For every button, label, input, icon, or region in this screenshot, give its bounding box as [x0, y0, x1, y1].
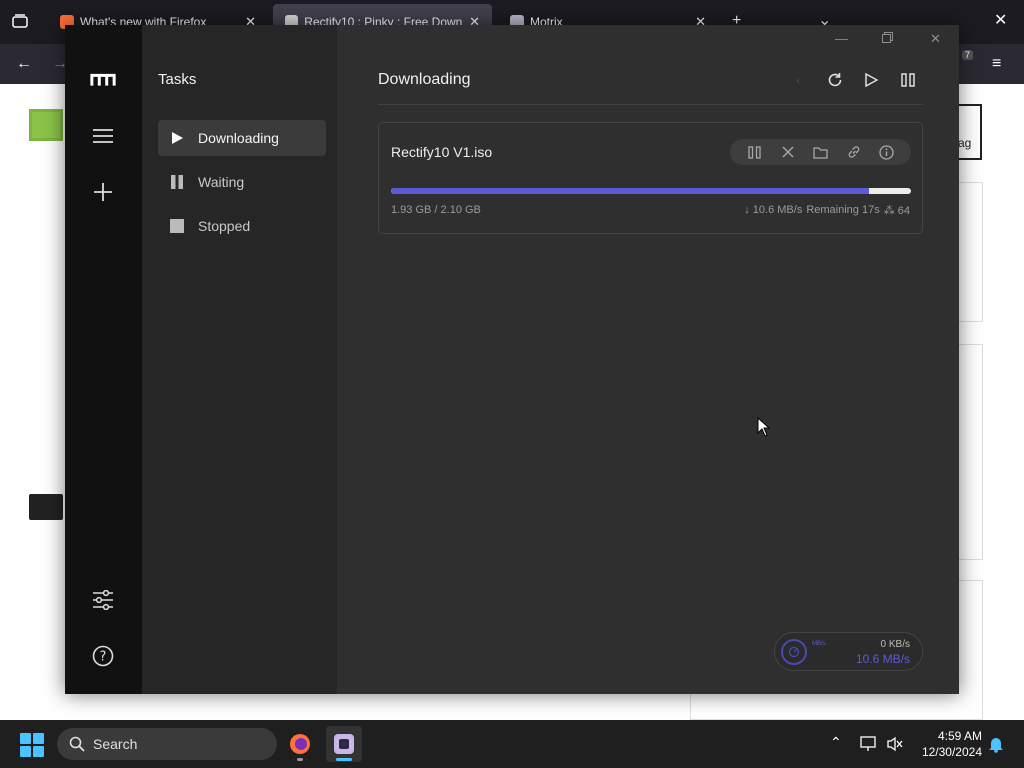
chat-icon[interactable]	[29, 494, 63, 520]
page-card	[958, 182, 983, 322]
page-card	[958, 344, 983, 560]
notification-bell-icon[interactable]	[988, 735, 1004, 753]
task-name: Rectify10 V1.iso	[391, 144, 493, 160]
nav-waiting[interactable]: Waiting	[158, 164, 326, 200]
motrix-window: ? Tasks Downloading Waiting Stopped — ✕ …	[65, 25, 959, 694]
meter-unit-label: MB/s	[812, 641, 826, 647]
download-progress-bar	[391, 188, 911, 194]
system-clock[interactable]: 4:59 AM 12/30/2024	[922, 728, 982, 760]
windows-taskbar: Search ⌃ 4:59 AM 12/30/2024	[0, 720, 1024, 768]
app-rail: ?	[65, 25, 142, 694]
back-icon[interactable]: ←	[16, 56, 32, 72]
volume-muted-icon[interactable]	[886, 736, 904, 752]
menu-icon[interactable]: ≡	[992, 56, 1001, 72]
motrix-logo-icon	[90, 67, 116, 93]
page-sidebar-card: ag	[958, 104, 982, 160]
folder-icon[interactable]	[813, 144, 829, 160]
mouse-cursor-icon	[757, 417, 771, 437]
settings-sliders-icon[interactable]	[90, 587, 116, 613]
header-divider	[378, 104, 923, 105]
extension-badge[interactable]: 7	[962, 50, 974, 60]
nav-downloading[interactable]: Downloading	[158, 120, 326, 156]
task-stats: ↓ 10.6 MB/s Remaining 17s ⁂ 64	[744, 204, 910, 217]
task-actions	[730, 139, 911, 165]
task-size: 1.93 GB / 2.10 GB	[391, 204, 481, 216]
connections-count: ⁂ 64	[883, 205, 910, 217]
page-partial-text: ag	[958, 136, 972, 150]
delete-icon[interactable]	[780, 144, 796, 160]
motrix-app-icon	[334, 734, 354, 754]
search-label: Search	[93, 736, 138, 752]
nav-label: Waiting	[198, 174, 245, 190]
refresh-icon[interactable]	[826, 71, 844, 89]
info-icon[interactable]	[879, 144, 895, 160]
tab-overview-icon[interactable]	[12, 14, 28, 32]
taskbar-motrix[interactable]	[326, 726, 362, 762]
nav-label: Downloading	[198, 130, 279, 146]
active-indicator	[336, 758, 352, 761]
running-indicator	[297, 758, 303, 761]
pause-icon	[171, 175, 183, 189]
upload-speed: 0 KB/s	[880, 639, 910, 650]
close-window-icon[interactable]: ✕	[994, 13, 1007, 29]
svg-text:?: ?	[100, 650, 107, 665]
speedometer-icon	[781, 639, 807, 665]
search-icon	[69, 736, 85, 752]
taskbar-search[interactable]: Search	[57, 728, 277, 760]
page-title: Downloading	[378, 71, 471, 88]
windows-start-icon[interactable]	[20, 733, 44, 757]
add-task-icon[interactable]	[90, 179, 116, 205]
close-icon[interactable]: ✕	[930, 31, 941, 47]
help-icon[interactable]: ?	[90, 643, 116, 669]
maximize-icon[interactable]	[882, 31, 893, 46]
resume-all-icon[interactable]	[862, 71, 880, 89]
pause-all-icon[interactable]	[899, 71, 917, 89]
tasks-panel: Tasks Downloading Waiting Stopped	[142, 25, 337, 694]
taskbar-firefox[interactable]	[282, 726, 318, 762]
menu-icon[interactable]	[90, 123, 116, 149]
speed-meter[interactable]: MB/s 0 KB/s 10.6 MB/s	[774, 632, 923, 671]
minimize-icon[interactable]: —	[835, 31, 848, 46]
main-panel: — ✕ Downloading ‹ Rectify10 V1.iso 1.93 …	[337, 25, 959, 694]
nav-stopped[interactable]: Stopped	[158, 208, 326, 244]
network-icon[interactable]	[860, 736, 878, 752]
pause-icon[interactable]	[747, 144, 763, 160]
floppy-icon	[29, 109, 63, 141]
download-speed-total: 10.6 MB/s	[855, 652, 910, 666]
task-item[interactable]: Rectify10 V1.iso 1.93 GB / 2.10 GB ↓ 10.…	[378, 122, 923, 234]
clock-time: 4:59 AM	[937, 729, 982, 743]
firefox-icon	[290, 734, 310, 754]
clock-date: 12/30/2024	[921, 745, 982, 759]
nav-label: Stopped	[198, 218, 251, 234]
play-icon	[172, 132, 183, 144]
download-speed: ↓ 10.6 MB/s	[744, 204, 803, 216]
tasks-title: Tasks	[158, 71, 197, 88]
remaining-time: Remaining 17s	[806, 204, 880, 216]
chevron-up-icon[interactable]: ⌃	[830, 734, 842, 751]
chevron-left-icon[interactable]: ‹	[789, 71, 807, 89]
stop-icon	[170, 219, 184, 233]
link-icon[interactable]	[846, 144, 862, 160]
progress-fill	[391, 188, 870, 194]
